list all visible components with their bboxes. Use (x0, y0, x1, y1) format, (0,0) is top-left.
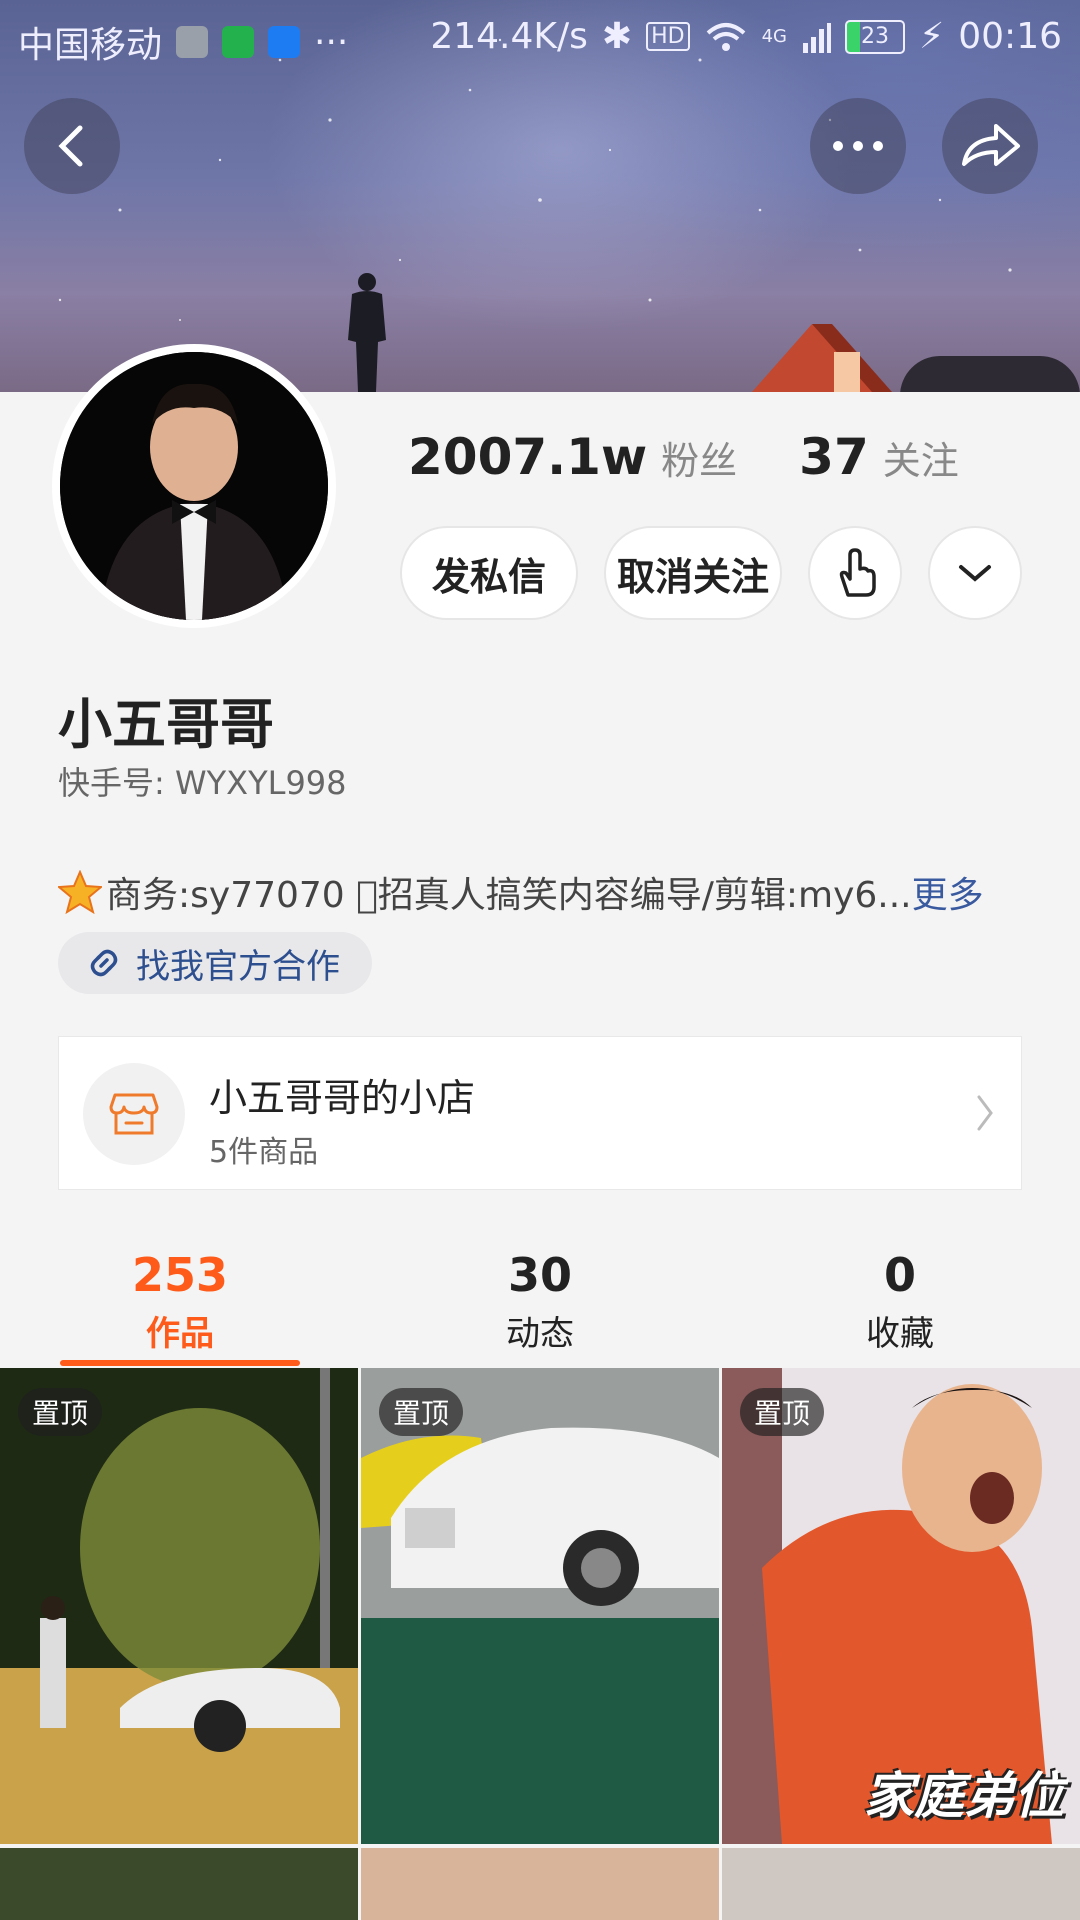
app-notification-icon (222, 26, 255, 58)
profile-stats: 2007.1w 粉丝 37 关注 (408, 428, 959, 486)
followers-count[interactable]: 2007.1w (408, 428, 647, 486)
tap-hand-icon (839, 548, 876, 597)
video-thumbnail[interactable]: 置顶 家庭弟位 (722, 1368, 1080, 1844)
video-thumbnail[interactable] (0, 1848, 358, 1920)
tab-moments-label: 动态 (506, 1314, 574, 1354)
tab-moments-count: 30 (507, 1248, 572, 1302)
chevron-left-icon (58, 125, 83, 167)
pinned-badge: 置顶 (740, 1388, 825, 1436)
clock: 00:16 (958, 16, 1062, 57)
following-count[interactable]: 37 (799, 428, 869, 486)
profile-name: 小五哥哥 (58, 693, 274, 756)
cooperation-label: 找我官方合作 (136, 946, 340, 987)
status-bar: 中国移动 ··· 214.4K/s ✱ HD 4G 23 ⚡ 00:16 (0, 0, 1080, 72)
shop-card[interactable]: 小五哥哥的小店 5件商品 (58, 1036, 1022, 1190)
gesture-button[interactable] (808, 526, 902, 620)
assistant-notification-icon (268, 26, 301, 58)
network-speed: 214.4K/s (430, 16, 588, 57)
avatar-photo (60, 352, 328, 620)
share-arrow-icon (962, 124, 1020, 166)
profile-cover: 中国移动 ··· 214.4K/s ✱ HD 4G 23 ⚡ 00:16 (0, 0, 1080, 392)
video-thumbnail[interactable] (722, 1848, 1080, 1920)
video-thumbnail-image (0, 1368, 358, 1844)
tab-moments[interactable]: 30 动态 (420, 1248, 660, 1355)
bluetooth-icon: ✱ (601, 16, 633, 57)
shop-icon-wrap (83, 1063, 185, 1165)
bio-more-link[interactable]: 更多 (912, 866, 984, 918)
share-button[interactable] (942, 98, 1038, 194)
tab-favorites[interactable]: 0 收藏 (780, 1248, 1020, 1355)
video-thumbnail-image (361, 1368, 719, 1844)
video-thumbnail[interactable] (361, 1848, 719, 1920)
tab-works[interactable]: 253 作品 (60, 1248, 300, 1355)
more-options-button[interactable] (810, 98, 906, 194)
kuaishou-id[interactable]: 快手号: WYXYL998 (58, 758, 347, 804)
shop-title: 小五哥哥的小店 (209, 1076, 476, 1120)
hill (900, 356, 1080, 392)
tab-works-count: 253 (131, 1248, 229, 1302)
chevron-down-icon (959, 565, 991, 582)
battery-icon: 23 (844, 19, 905, 54)
unfollow-button[interactable]: 取消关注 (604, 526, 782, 620)
video-caption: 家庭弟位 (864, 1767, 1064, 1825)
followers-label[interactable]: 粉丝 (661, 430, 737, 485)
charging-icon: ⚡ (918, 16, 945, 57)
pinned-badge: 置顶 (18, 1388, 103, 1436)
tab-favorites-label: 收藏 (866, 1314, 934, 1354)
official-cooperation-button[interactable]: 找我官方合作 (58, 932, 372, 994)
avatar-frame[interactable] (52, 344, 336, 628)
avatar (60, 352, 328, 620)
back-button[interactable] (24, 98, 120, 194)
tent-house (752, 324, 892, 392)
chevron-right-icon (977, 1095, 993, 1131)
wifi-icon (706, 22, 745, 51)
hd-icon: HD (646, 22, 690, 51)
more-notifications: ··· (314, 21, 349, 63)
message-button[interactable]: 发私信 (400, 526, 578, 620)
silhouette-person (348, 273, 386, 392)
following-label[interactable]: 关注 (883, 430, 959, 485)
gallery-notification-icon (176, 26, 209, 58)
bio-text: 商务:sy77070  招真人搞笑内容编导/剪辑:my6... (106, 875, 912, 916)
expand-recommendations-button[interactable] (928, 526, 1022, 620)
store-icon (109, 1093, 159, 1135)
shop-subtitle: 5件商品 (209, 1135, 319, 1170)
profile-bio[interactable]: 商务:sy77070  招真人搞笑内容编导/剪辑:my6... 更多 (58, 866, 984, 918)
video-grid: 置顶 置顶 置顶 家庭弟位 (0, 1368, 1080, 1920)
more-dots-icon (833, 141, 883, 151)
video-thumbnail[interactable]: 置顶 (361, 1368, 719, 1844)
star-icon (58, 870, 102, 914)
carrier-label: 中国移动 (18, 25, 163, 66)
video-thumbnail[interactable]: 置顶 (0, 1368, 358, 1844)
signal-icon (802, 22, 831, 53)
pinned-badge: 置顶 (379, 1388, 464, 1436)
tab-favorites-count: 0 (883, 1248, 916, 1302)
active-tab-indicator (60, 1360, 300, 1366)
tab-works-label: 作品 (146, 1314, 214, 1354)
link-icon (90, 949, 118, 977)
network-type: 4G (761, 26, 787, 47)
content-tabs: 253 作品 30 动态 0 收藏 (0, 1248, 1080, 1366)
